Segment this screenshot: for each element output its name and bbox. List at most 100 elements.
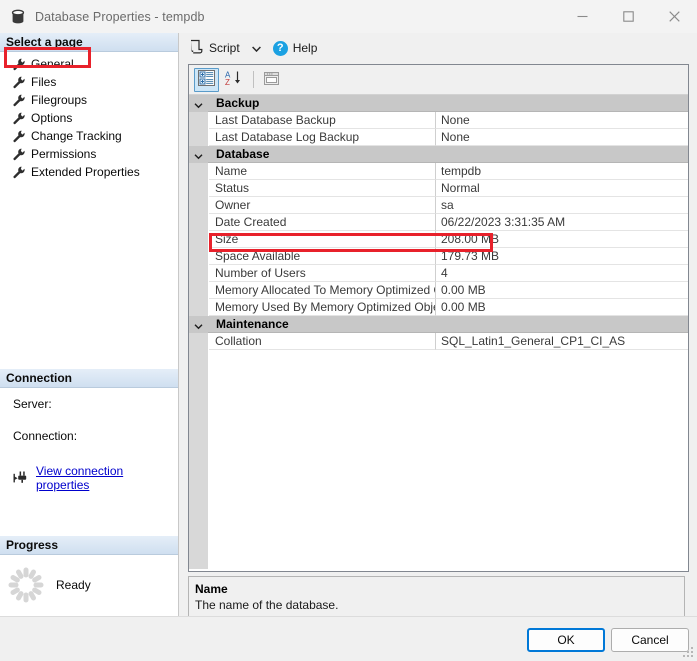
sidebar-item-extended-properties[interactable]: Extended Properties	[0, 163, 178, 181]
chevron-down-icon[interactable]	[251, 41, 261, 55]
maximize-button[interactable]	[605, 0, 651, 32]
grid-property-row[interactable]: Memory Allocated To Memory Optimized Obj…	[189, 282, 688, 299]
cancel-button[interactable]: Cancel	[611, 628, 689, 652]
grid-property-row[interactable]: Status Normal	[189, 180, 688, 197]
property-value[interactable]: sa	[436, 197, 688, 214]
property-name: Number of Users	[209, 265, 436, 282]
properties-panel: A Z Backup Last Database Backup None Las…	[188, 64, 689, 572]
wrench-icon	[13, 94, 26, 107]
grid-property-row[interactable]: Size 208.00 MB	[189, 231, 688, 248]
category-expander[interactable]	[189, 316, 208, 333]
grid-property-row[interactable]: Last Database Log Backup None	[189, 129, 688, 146]
grid-property-row[interactable]: Owner sa	[189, 197, 688, 214]
database-icon	[9, 8, 27, 26]
category-expander[interactable]	[189, 95, 208, 112]
toolbar-separator	[253, 71, 254, 88]
sidebar-item-label: Change Tracking	[31, 129, 122, 143]
property-value[interactable]: None	[436, 112, 688, 129]
sidebar-item-label: Filegroups	[31, 93, 88, 107]
property-name: Space Available	[209, 248, 436, 265]
resize-grip[interactable]	[681, 645, 694, 658]
sidebar-item-files[interactable]: Files	[0, 73, 178, 91]
sidebar-item-general[interactable]: General	[0, 55, 178, 73]
connection-header: Connection	[0, 369, 178, 388]
chevron-down-icon[interactable]	[194, 150, 203, 160]
grid-property-row[interactable]: Last Database Backup None	[189, 112, 688, 129]
property-value[interactable]: Normal	[436, 180, 688, 197]
property-name: Date Created	[209, 214, 436, 231]
grid-property-row[interactable]: Name tempdb	[189, 163, 688, 180]
progress-row: Ready	[0, 555, 178, 603]
script-label: Script	[209, 41, 240, 55]
property-name: Last Database Backup	[209, 112, 436, 129]
view-connection-properties-label: View connection properties	[36, 464, 124, 492]
sort-az-icon: A Z	[225, 70, 243, 89]
categorized-view-button[interactable]	[194, 67, 219, 92]
progress-section: Progress Ready	[0, 536, 178, 603]
wrench-icon	[13, 112, 26, 125]
grid-property-row[interactable]: Space Available 179.73 MB	[189, 248, 688, 265]
chevron-down-icon[interactable]	[194, 320, 203, 330]
progress-header: Progress	[0, 536, 178, 555]
row-gutter	[189, 112, 209, 129]
grid-property-row[interactable]: Memory Used By Memory Optimized Objects 0…	[189, 299, 688, 316]
property-name: Memory Allocated To Memory Optimized Obj…	[209, 282, 436, 299]
sidebar-item-label: Extended Properties	[31, 165, 140, 179]
property-value[interactable]: SQL_Latin1_General_CP1_CI_AS	[436, 333, 688, 350]
alphabetical-sort-button[interactable]: A Z	[221, 68, 246, 92]
script-button[interactable]: Script	[185, 37, 244, 59]
right-pane: Script ? Help A Z Backup Last Database B…	[179, 33, 697, 633]
sidebar-item-permissions[interactable]: Permissions	[0, 145, 178, 163]
grid-property-row[interactable]: Collation SQL_Latin1_General_CP1_CI_AS	[189, 333, 688, 350]
grid-category-row[interactable]: Maintenance	[189, 316, 688, 333]
wrench-icon	[13, 148, 26, 161]
window-titlebar: Database Properties - tempdb	[0, 0, 697, 34]
grid-property-row[interactable]: Number of Users 4	[189, 265, 688, 282]
sidebar-item-change-tracking[interactable]: Change Tracking	[0, 127, 178, 145]
property-value[interactable]: 0.00 MB	[436, 282, 688, 299]
close-button[interactable]	[651, 0, 697, 32]
row-gutter	[189, 163, 209, 180]
property-name: Collation	[209, 333, 436, 350]
spinner-icon	[8, 567, 44, 603]
svg-text:Z: Z	[225, 78, 230, 86]
sidebar-item-label: General	[31, 57, 74, 71]
grid-category-row[interactable]: Backup	[189, 95, 688, 112]
category-expander[interactable]	[189, 146, 208, 163]
categorized-view-icon	[198, 70, 215, 89]
sidebar-item-label: Permissions	[31, 147, 97, 161]
property-value[interactable]: None	[436, 129, 688, 146]
property-value[interactable]: 208.00 MB	[436, 231, 688, 248]
wrench-icon	[13, 76, 26, 89]
chevron-down-icon[interactable]	[194, 99, 203, 109]
wrench-icon	[13, 58, 26, 71]
row-gutter	[189, 129, 209, 146]
page-list: General Files Filegroups Options Change Trac…	[0, 52, 178, 181]
ok-button[interactable]: OK	[527, 628, 605, 652]
property-pages-button[interactable]	[259, 68, 284, 92]
row-gutter	[189, 333, 209, 350]
view-connection-properties-link[interactable]: View connection properties	[0, 452, 178, 492]
property-value[interactable]: 4	[436, 265, 688, 282]
property-value[interactable]: 0.00 MB	[436, 299, 688, 316]
property-value[interactable]: 06/22/2023 3:31:35 AM	[436, 214, 688, 231]
select-a-page-header: Select a page	[0, 33, 178, 52]
row-gutter	[189, 180, 209, 197]
sidebar-item-label: Files	[31, 75, 57, 89]
sidebar-item-options[interactable]: Options	[0, 109, 178, 127]
minimize-button[interactable]	[559, 0, 605, 32]
dialog-body: Select a page General Files Filegroups Opti…	[0, 33, 697, 661]
category-label: Database	[208, 146, 688, 163]
command-bar: Script ? Help	[179, 33, 323, 63]
window-controls	[559, 0, 697, 32]
grid-property-row[interactable]: Date Created 06/22/2023 3:31:35 AM	[189, 214, 688, 231]
sidebar-item-filegroups[interactable]: Filegroups	[0, 91, 178, 109]
row-gutter	[189, 248, 209, 265]
category-label: Backup	[208, 95, 688, 112]
grid-category-row[interactable]: Database	[189, 146, 688, 163]
property-value[interactable]: tempdb	[436, 163, 688, 180]
help-button[interactable]: ? Help	[269, 37, 322, 59]
row-gutter	[189, 265, 209, 282]
property-grid[interactable]: Backup Last Database Backup None Last Datab…	[189, 95, 688, 569]
property-value[interactable]: 179.73 MB	[436, 248, 688, 265]
